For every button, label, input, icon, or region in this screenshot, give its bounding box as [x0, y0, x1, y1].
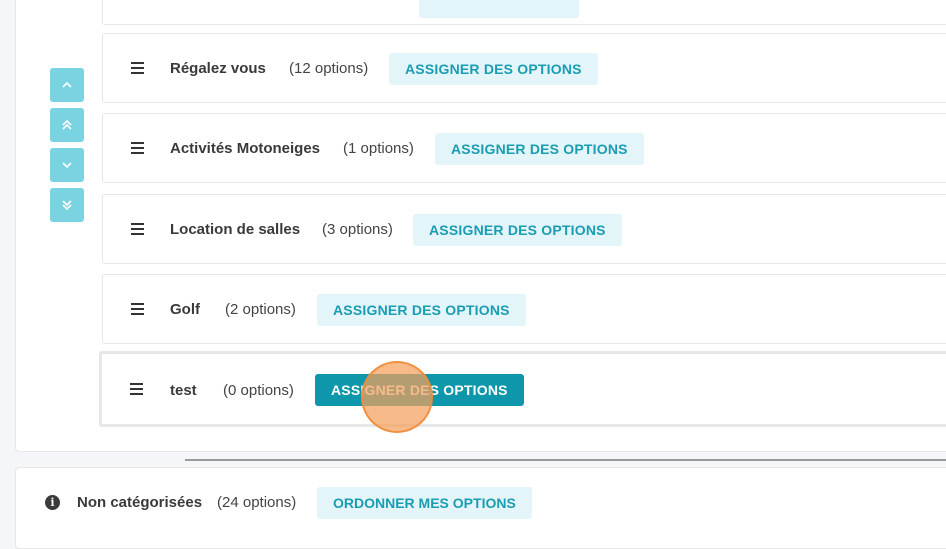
category-row[interactable]: Location de salles (3 options) ASSIGNER … [102, 194, 946, 264]
move-bottom-button[interactable] [50, 188, 84, 222]
assign-options-button[interactable]: ASSIGNER DES OPTIONS [315, 374, 524, 406]
drag-handle-icon[interactable] [131, 223, 144, 235]
category-name: Golf [170, 301, 200, 318]
uncategorized-option-count: (24 options) [217, 494, 297, 511]
assign-options-button-partial[interactable] [419, 0, 579, 18]
category-name: Location de salles [170, 221, 301, 238]
category-name: Activités Motoneiges [170, 140, 321, 157]
assign-options-button[interactable]: ASSIGNER DES OPTIONS [413, 214, 622, 246]
double-chevron-up-icon [62, 119, 72, 130]
assign-options-button[interactable]: ASSIGNER DES OPTIONS [317, 294, 526, 326]
move-top-button[interactable] [50, 108, 84, 142]
category-option-count: (2 options) [225, 301, 296, 318]
category-row[interactable]: Régalez vous (12 options) ASSIGNER DES O… [102, 33, 946, 103]
category-option-count: (0 options) [223, 382, 294, 399]
category-row-partial [102, 0, 946, 25]
category-row-selected[interactable]: test (0 options) ASSIGNER DES OPTIONS [99, 351, 946, 427]
drop-indicator-line [185, 459, 946, 461]
category-row[interactable]: Activités Motoneiges (1 options) ASSIGNE… [102, 113, 946, 183]
drag-handle-icon[interactable] [131, 62, 144, 74]
category-option-count: (3 options) [322, 221, 393, 238]
uncategorized-title: Non catégorisées [77, 494, 203, 511]
category-name: test [170, 382, 197, 399]
drag-handle-icon[interactable] [131, 142, 144, 154]
category-name: Régalez vous [170, 60, 266, 77]
assign-options-button[interactable]: ASSIGNER DES OPTIONS [389, 53, 598, 85]
move-up-button[interactable] [50, 68, 84, 102]
move-down-button[interactable] [50, 148, 84, 182]
category-option-count: (1 options) [343, 140, 414, 157]
chevron-up-icon [62, 81, 72, 88]
category-row[interactable]: Golf (2 options) ASSIGNER DES OPTIONS [102, 274, 946, 344]
info-icon: i [45, 495, 60, 510]
category-option-count: (12 options) [289, 60, 369, 77]
chevron-down-icon [62, 162, 72, 169]
drag-handle-icon[interactable] [131, 303, 144, 315]
drag-handle-icon[interactable] [130, 383, 143, 395]
double-chevron-down-icon [62, 200, 72, 211]
order-options-button[interactable]: ORDONNER MES OPTIONS [317, 487, 532, 519]
assign-options-button[interactable]: ASSIGNER DES OPTIONS [435, 133, 644, 165]
